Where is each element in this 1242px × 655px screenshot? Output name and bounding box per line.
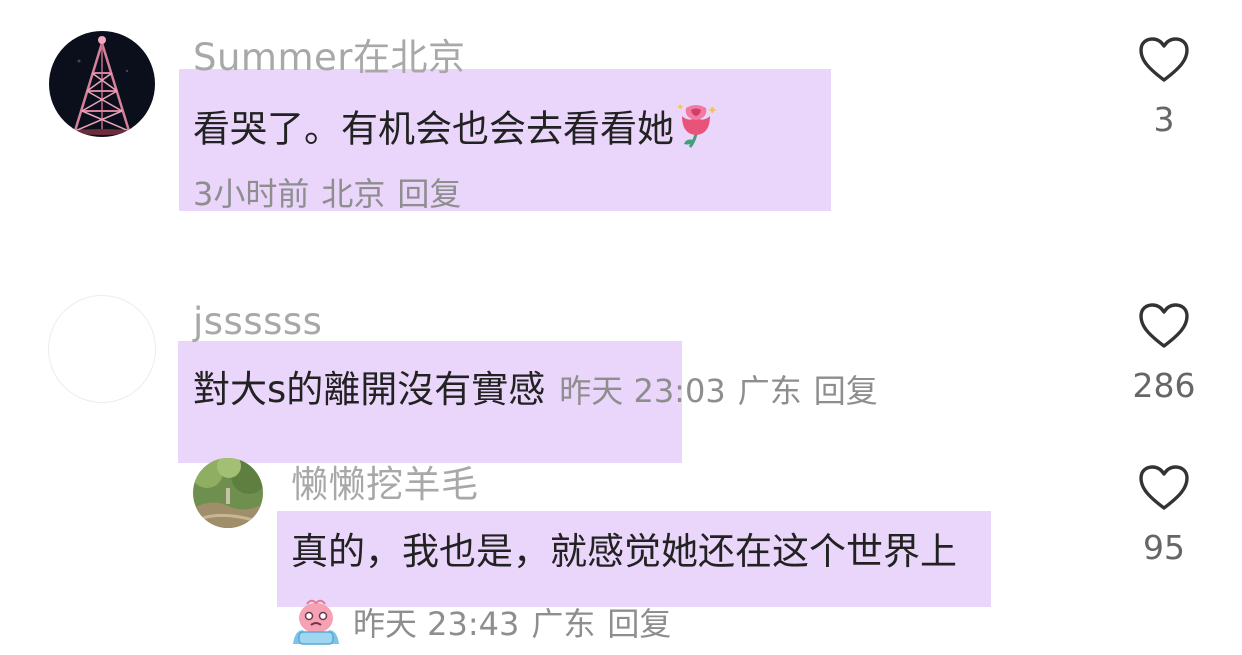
comment-location: 广东	[531, 604, 596, 643]
like-count: 95	[1143, 528, 1185, 567]
landscape-avatar-icon	[193, 458, 263, 528]
comment-time: 昨天 23:43	[353, 604, 520, 643]
reply-button[interactable]: 回复	[814, 372, 878, 410]
like-button[interactable]: 3	[1124, 36, 1204, 140]
comment-time: 昨天 23:03	[559, 372, 726, 410]
avatar[interactable]	[48, 295, 156, 403]
comment-time: 3小时前	[193, 175, 310, 213]
avatar[interactable]	[193, 458, 263, 528]
christmas-tree-avatar-icon	[49, 31, 155, 137]
crying-face-emoji-icon	[289, 596, 343, 655]
username[interactable]: 懒懒挖羊毛	[291, 463, 479, 507]
like-count: 286	[1132, 366, 1196, 405]
comment-meta: 昨天 23:43 广东 回复	[289, 596, 683, 655]
username[interactable]: Summer在北京	[193, 36, 466, 80]
comment-meta: 3小时前 北京 回复	[193, 174, 473, 214]
reply-button[interactable]: 回复	[397, 175, 461, 213]
comment-text: 真的，我也是，就感觉她还在这个世界上	[291, 530, 957, 573]
like-button[interactable]: 95	[1124, 464, 1204, 568]
heart-icon[interactable]	[1138, 36, 1190, 84]
username[interactable]: jssssss	[193, 300, 322, 344]
like-button[interactable]: 286	[1124, 302, 1204, 406]
comment-text: 對大s的離開沒有實感 昨天 23:03 广东 回复	[193, 366, 890, 415]
avatar[interactable]	[49, 31, 155, 137]
comment-text: 看哭了。有机会也会去看看她	[193, 100, 720, 162]
reply-button[interactable]: 回复	[607, 605, 671, 643]
comment-text-body: 對大s的離開沒有實感	[193, 368, 546, 411]
heart-icon[interactable]	[1138, 302, 1190, 350]
comment-location: 广东	[737, 372, 802, 410]
comment-location: 北京	[321, 175, 386, 213]
like-count: 3	[1153, 100, 1175, 139]
heart-icon[interactable]	[1138, 464, 1190, 512]
comment-meta: 昨天 23:03 广东 回复	[559, 372, 889, 410]
rose-emoji-icon	[674, 100, 720, 162]
comment-text-body: 看哭了。有机会也会去看看她	[193, 107, 674, 151]
